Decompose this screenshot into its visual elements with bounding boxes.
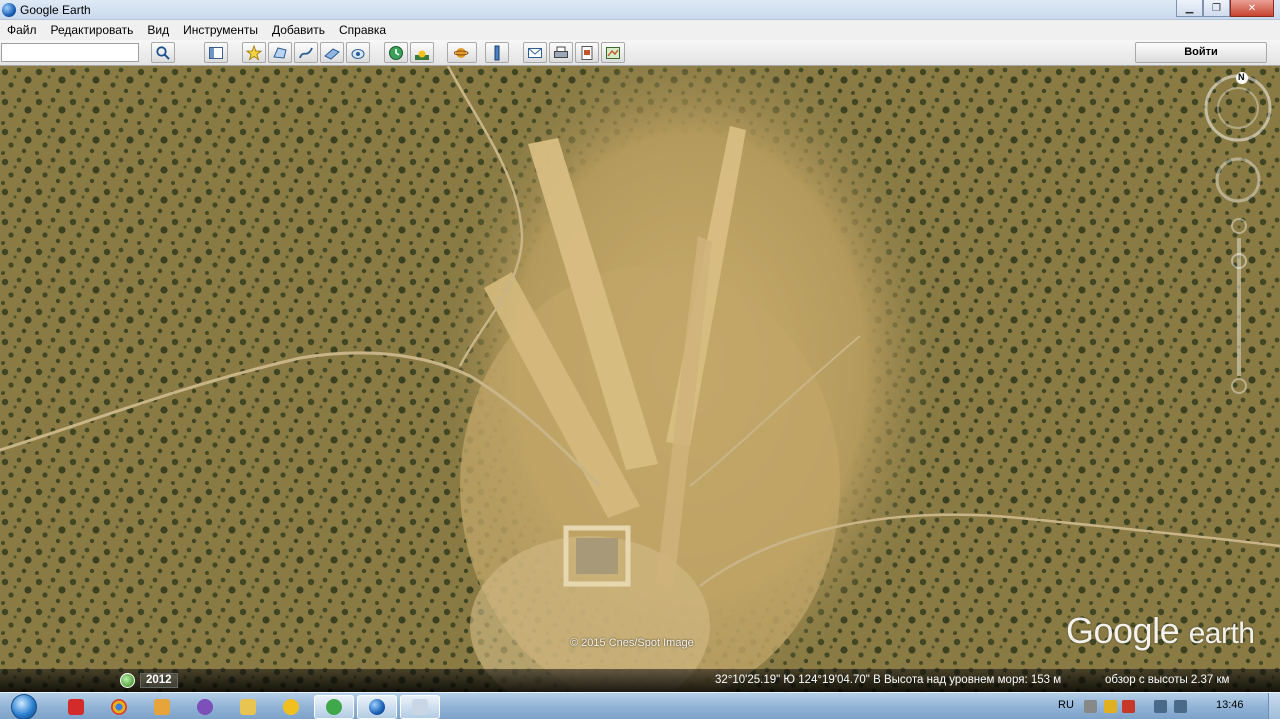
window-controls: ▁ ❐ ✕ bbox=[1176, 0, 1274, 17]
coordinates-readout: 32°10'25.19" Ю 124°19'04.70" В Высота на… bbox=[715, 674, 1062, 686]
utorrent-icon bbox=[326, 699, 342, 715]
menu-add[interactable]: Добавить bbox=[265, 23, 332, 37]
tour-icon bbox=[351, 48, 365, 59]
eye-altitude-readout: обзор с высоты 2.37 км bbox=[1105, 674, 1230, 686]
clock[interactable]: 13:46 bbox=[1216, 699, 1244, 711]
menu-edit[interactable]: Редактировать bbox=[44, 23, 141, 37]
look-joystick[interactable] bbox=[1214, 156, 1262, 204]
status-bar: 2012 32°10'25.19" Ю 124°19'04.70" В Высо… bbox=[0, 669, 1280, 692]
record-tour-button[interactable] bbox=[346, 42, 370, 63]
ruler-icon bbox=[494, 45, 500, 60]
email-button[interactable] bbox=[523, 42, 547, 63]
add-polygon-button[interactable] bbox=[268, 42, 292, 63]
app-icon-yellow bbox=[283, 699, 299, 715]
logo-earth: earth bbox=[1188, 617, 1255, 650]
clock-icon bbox=[389, 45, 403, 60]
menu-view[interactable]: Вид bbox=[140, 23, 176, 37]
taskbar-app-viber[interactable] bbox=[185, 695, 225, 719]
chrome-icon bbox=[111, 699, 127, 715]
historical-imagery-icon[interactable] bbox=[120, 673, 135, 688]
search-button[interactable] bbox=[151, 42, 175, 63]
add-image-overlay-button[interactable] bbox=[320, 42, 344, 63]
toolbar: Войти bbox=[0, 40, 1280, 66]
save-image-icon bbox=[581, 45, 593, 60]
title-bar: Google Earth ▁ ❐ ✕ bbox=[0, 0, 1280, 20]
compass-control[interactable] bbox=[1202, 72, 1274, 144]
close-button[interactable]: ✕ bbox=[1230, 0, 1274, 17]
show-desktop-button[interactable] bbox=[1268, 693, 1280, 719]
placemark-icon bbox=[246, 44, 262, 61]
sidebar-toggle-button[interactable] bbox=[204, 42, 228, 63]
windows-logo-icon bbox=[11, 693, 37, 719]
planet-icon bbox=[454, 47, 469, 58]
add-path-button[interactable] bbox=[294, 42, 318, 63]
historical-imagery-button[interactable] bbox=[384, 42, 408, 63]
app-icon-gray bbox=[412, 699, 428, 715]
volume-icon[interactable] bbox=[1174, 700, 1187, 713]
app-icon-red bbox=[68, 699, 84, 715]
taskbar-app-google-earth[interactable] bbox=[357, 695, 397, 719]
network-icon[interactable] bbox=[1154, 700, 1167, 713]
imagery-credit: © 2015 Cnes/Spot Image bbox=[570, 637, 694, 649]
add-placemark-button[interactable] bbox=[242, 42, 266, 63]
google-earth-logo: Google earth bbox=[1066, 610, 1255, 652]
save-image-button[interactable] bbox=[575, 42, 599, 63]
tray-app-icon[interactable] bbox=[1104, 700, 1117, 713]
start-button[interactable] bbox=[4, 693, 44, 719]
menu-help[interactable]: Справка bbox=[332, 23, 393, 37]
app-icon-orange bbox=[154, 699, 170, 715]
imagery-year[interactable]: 2012 bbox=[140, 673, 178, 688]
taskbar-app-9[interactable] bbox=[400, 695, 440, 719]
viber-icon bbox=[197, 699, 213, 715]
sun-icon bbox=[415, 50, 429, 60]
taskbar-app-3[interactable] bbox=[142, 695, 182, 719]
menu-tools[interactable]: Инструменты bbox=[176, 23, 265, 37]
image-overlay-icon bbox=[324, 47, 340, 60]
google-earth-icon bbox=[369, 699, 385, 715]
taskbar-app-utorrent[interactable] bbox=[314, 695, 354, 719]
view-in-maps-button[interactable] bbox=[601, 42, 625, 63]
compass-north-label: N bbox=[1238, 72, 1245, 82]
switch-planet-button[interactable] bbox=[447, 42, 477, 63]
folder-icon bbox=[240, 699, 256, 715]
map-viewport[interactable]: N © 2015 Cnes/Spot Image Google earth bbox=[0, 66, 1280, 692]
taskbar-app-6[interactable] bbox=[271, 695, 311, 719]
email-icon bbox=[528, 47, 542, 58]
taskbar-app-explorer[interactable] bbox=[228, 695, 268, 719]
login-button[interactable]: Войти bbox=[1135, 42, 1267, 63]
path-icon bbox=[299, 47, 313, 58]
logo-google: Google bbox=[1066, 610, 1180, 651]
search-icon bbox=[156, 45, 170, 60]
taskbar-app-1[interactable] bbox=[56, 695, 96, 719]
minimize-button[interactable]: ▁ bbox=[1176, 0, 1203, 17]
map-icon bbox=[606, 46, 620, 59]
windows-taskbar: RU 13:46 bbox=[0, 692, 1280, 719]
tray-antivirus-icon[interactable] bbox=[1122, 700, 1135, 713]
zoom-slider[interactable] bbox=[1228, 216, 1250, 396]
sidebar-icon bbox=[209, 46, 223, 59]
taskbar-app-chrome[interactable] bbox=[99, 695, 139, 719]
satellite-imagery bbox=[0, 66, 1280, 692]
polygon-icon bbox=[273, 46, 287, 59]
print-icon bbox=[554, 46, 568, 58]
language-indicator[interactable]: RU bbox=[1058, 699, 1074, 711]
menu-file[interactable]: Файл bbox=[0, 23, 44, 37]
tray-help-icon[interactable] bbox=[1084, 700, 1097, 713]
sunlight-button[interactable] bbox=[410, 42, 434, 63]
system-tray: RU 13:46 bbox=[1050, 693, 1280, 719]
google-earth-app-icon bbox=[2, 3, 16, 17]
window-title: Google Earth bbox=[20, 3, 91, 17]
print-button[interactable] bbox=[549, 42, 573, 63]
search-input[interactable] bbox=[1, 43, 139, 62]
maximize-button[interactable]: ❐ bbox=[1203, 0, 1230, 17]
ruler-button[interactable] bbox=[485, 42, 509, 63]
menu-bar: Файл Редактировать Вид Инструменты Добав… bbox=[0, 20, 1280, 40]
